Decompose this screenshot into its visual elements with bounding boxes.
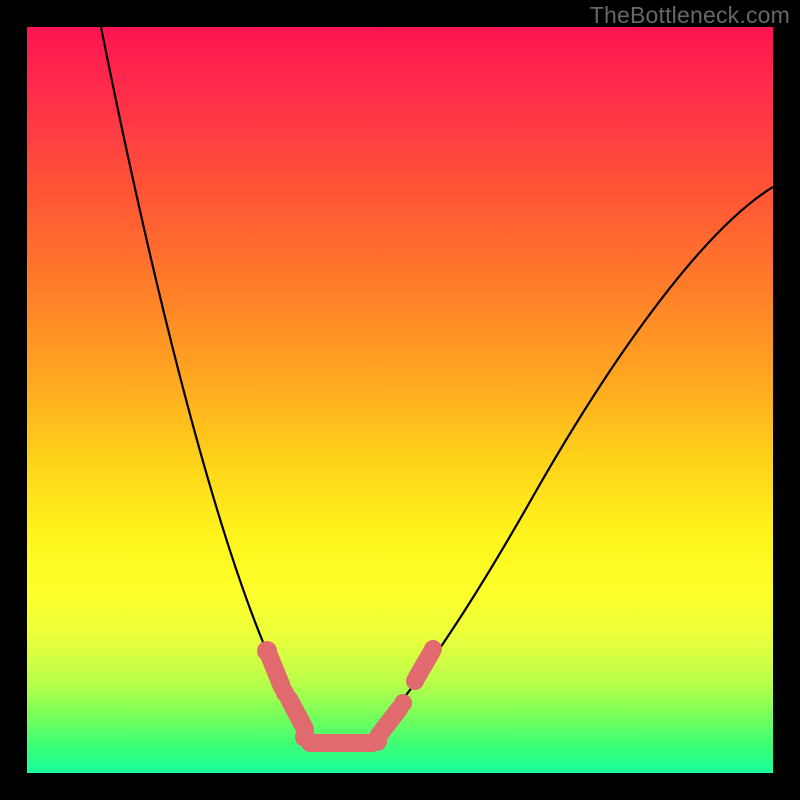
- curve-layer: [27, 27, 773, 773]
- plot-area: [27, 27, 773, 773]
- bottleneck-curve: [101, 27, 773, 747]
- watermark: TheBottleneck.com: [590, 2, 790, 29]
- bump-right-low-dot: [394, 694, 412, 712]
- bump-trough-left-dot: [295, 727, 315, 747]
- bump-left-top-dot: [257, 641, 277, 661]
- bump-right-high-dot1: [406, 672, 424, 690]
- chart-frame: TheBottleneck.com: [0, 0, 800, 800]
- bump-right-high-dot2: [424, 640, 442, 658]
- bump-right-low: [379, 709, 399, 735]
- bump-left-mid: [289, 699, 305, 729]
